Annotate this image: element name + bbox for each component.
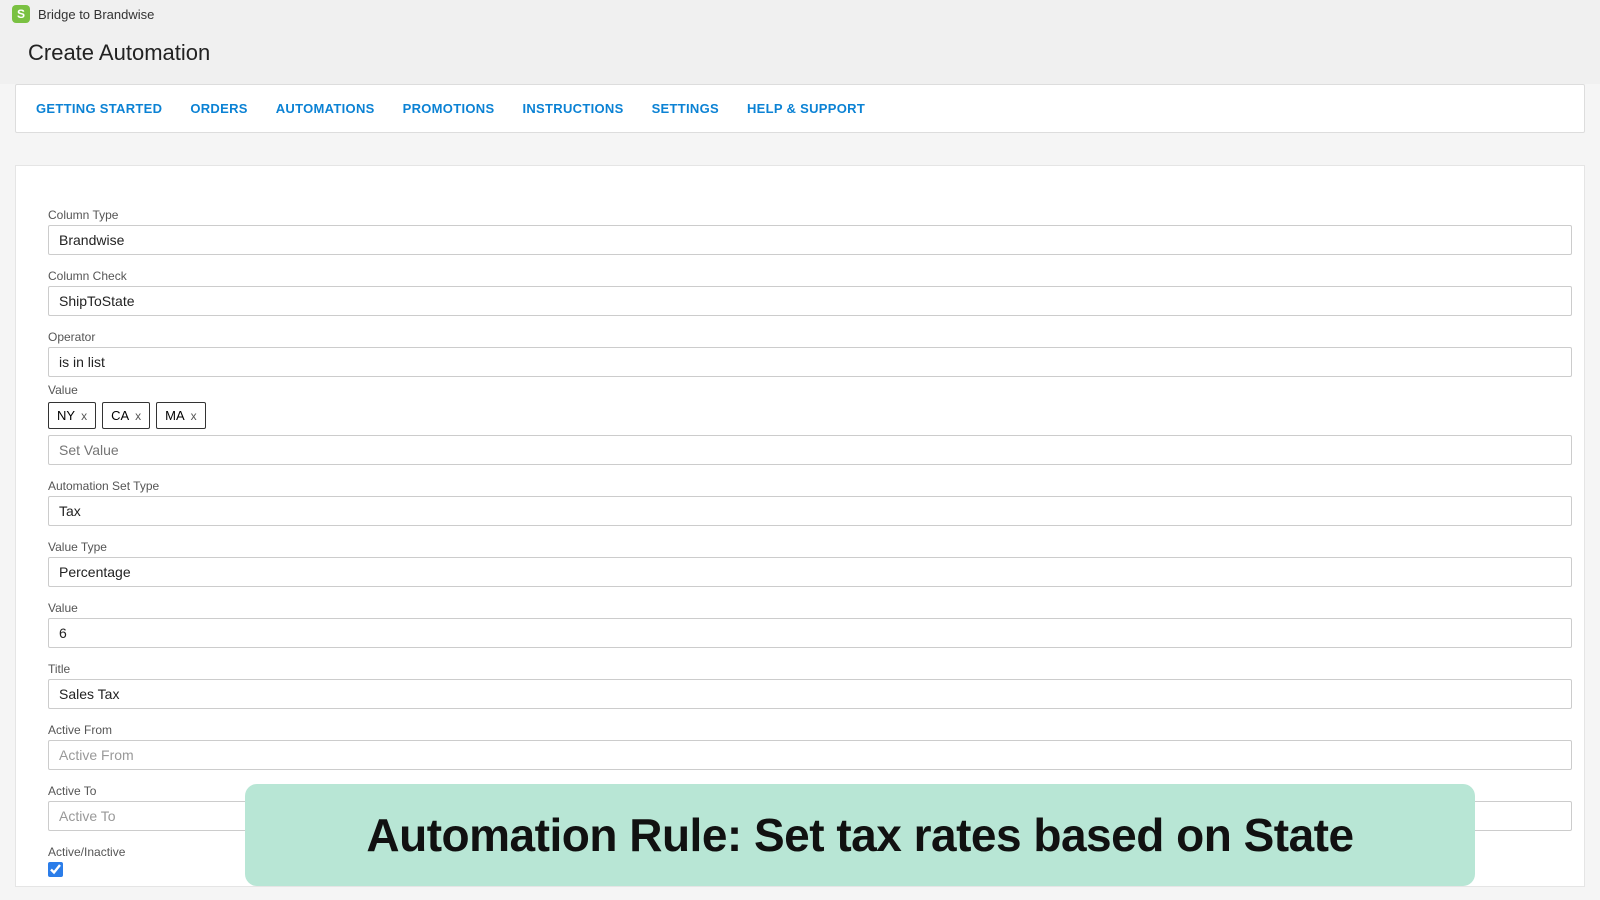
- main-nav: GETTING STARTED ORDERS AUTOMATIONS PROMO…: [15, 84, 1585, 133]
- tag-ny: NY x: [48, 402, 96, 429]
- tag-ca: CA x: [102, 402, 150, 429]
- nav-instructions[interactable]: INSTRUCTIONS: [522, 85, 623, 132]
- value-num-input[interactable]: [48, 618, 1572, 648]
- top-bar: S Bridge to Brandwise: [0, 0, 1600, 28]
- app-name: Bridge to Brandwise: [38, 7, 154, 22]
- nav-promotions[interactable]: PROMOTIONS: [403, 85, 495, 132]
- column-check-label: Column Check: [48, 269, 1572, 283]
- automation-set-type-label: Automation Set Type: [48, 479, 1572, 493]
- operator-label: Operator: [48, 330, 1572, 344]
- nav-orders[interactable]: ORDERS: [190, 85, 247, 132]
- tag-ma: MA x: [156, 402, 206, 429]
- column-type-label: Column Type: [48, 208, 1572, 222]
- active-from-input[interactable]: [48, 740, 1572, 770]
- nav-automations[interactable]: AUTOMATIONS: [276, 85, 375, 132]
- column-type-input[interactable]: [48, 225, 1572, 255]
- nav-help-support[interactable]: HELP & SUPPORT: [747, 85, 865, 132]
- value-tags-label: Value: [48, 383, 1572, 397]
- nav-settings[interactable]: SETTINGS: [652, 85, 719, 132]
- column-check-input[interactable]: [48, 286, 1572, 316]
- active-toggle-checkbox[interactable]: [48, 862, 63, 877]
- tag-label: MA: [165, 408, 185, 423]
- tag-remove-icon[interactable]: x: [81, 409, 87, 423]
- tag-label: CA: [111, 408, 129, 423]
- title-input[interactable]: [48, 679, 1572, 709]
- operator-input[interactable]: [48, 347, 1572, 377]
- automation-form: Column Type Column Check Operator Value …: [15, 165, 1585, 887]
- title-label: Title: [48, 662, 1572, 676]
- overlay-banner: Automation Rule: Set tax rates based on …: [245, 784, 1475, 886]
- automation-set-type-input[interactable]: [48, 496, 1572, 526]
- active-from-label: Active From: [48, 723, 1572, 737]
- set-value-input[interactable]: [48, 435, 1572, 465]
- value-num-label: Value: [48, 601, 1572, 615]
- app-logo-icon: S: [12, 5, 30, 23]
- value-tags-field[interactable]: NY x CA x MA x: [48, 400, 1572, 465]
- tag-remove-icon[interactable]: x: [135, 409, 141, 423]
- value-type-label: Value Type: [48, 540, 1572, 554]
- page-title: Create Automation: [0, 28, 1600, 84]
- value-type-input[interactable]: [48, 557, 1572, 587]
- tag-remove-icon[interactable]: x: [191, 409, 197, 423]
- nav-getting-started[interactable]: GETTING STARTED: [36, 85, 162, 132]
- tag-label: NY: [57, 408, 75, 423]
